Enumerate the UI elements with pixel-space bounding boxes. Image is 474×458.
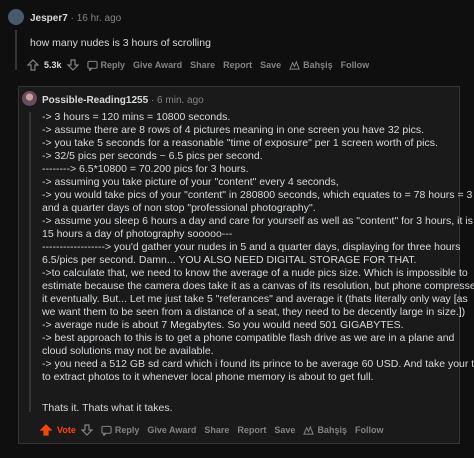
text-line: cloud solutions may not be available. (42, 345, 214, 357)
follow-label: Follow (354, 425, 384, 435)
save-label: Save (260, 60, 282, 70)
text-line: ->to calculate that, we need to know the… (42, 267, 468, 279)
report-button[interactable]: Report (223, 60, 252, 70)
text-line: 15 hours a day of photography sooooo--- (42, 228, 233, 240)
save-button[interactable]: Save (260, 60, 281, 70)
text-line: -> best approach to this is to get a pho… (42, 332, 455, 344)
save-button[interactable]: Save (274, 425, 295, 435)
text-line: -> assuming you take picture of your "co… (42, 176, 339, 188)
comment-actions: 5.3k Reply Give Award Share Report Save … (27, 58, 377, 72)
thread-line[interactable] (15, 30, 17, 70)
save-label: Save (274, 425, 296, 435)
reply-bubble-icon (101, 425, 112, 436)
text-line: 6.5/pics per second. Damn... YOU ALSO NE… (42, 254, 417, 266)
timestamp: 6 min. ago (157, 95, 204, 106)
reply-label: Reply (114, 425, 140, 435)
text-line: estimate because the camera does take it… (42, 280, 474, 292)
tip-button[interactable]: Bahşiş (303, 424, 347, 436)
text-line: -> you need a 512 GB sd card which i fou… (42, 358, 474, 370)
text-line: we want them to be seen from a distance … (42, 306, 466, 318)
text-line: -> assume there are 8 rows of 4 pictures… (42, 124, 424, 136)
downvote-arrow-icon[interactable] (80, 424, 93, 436)
text-line: ------------------> you'd gather your nu… (42, 241, 461, 253)
avatar[interactable] (8, 9, 24, 25)
report-label: Report (223, 60, 253, 70)
text-line: -> assume you sleep 6 hours a day and ca… (42, 215, 473, 227)
follow-label: Follow (340, 60, 370, 70)
text-line: to extract photos to it whenever local p… (42, 371, 374, 383)
give-award-label: Give Award (147, 425, 197, 435)
text-line: -> 3 hours = 120 mins = 10800 seconds. (42, 111, 231, 123)
comment-body: how many nudes is 3 hours of scrolling (30, 37, 211, 49)
tip-icon (289, 59, 300, 70)
reply-button[interactable]: Reply (86, 60, 126, 71)
comment-actions: Vote Reply Give Award Share Report Save … (40, 423, 391, 437)
follow-button[interactable]: Follow (341, 60, 370, 70)
reply-button[interactable]: Reply (101, 425, 140, 436)
give-award-label: Give Award (133, 60, 183, 70)
comment-username[interactable]: Jesper7 · 16 hr. ago (30, 13, 121, 24)
give-award-button[interactable]: Give Award (133, 60, 182, 70)
vote-label: Vote (57, 425, 76, 435)
downvote-arrow-icon[interactable] (66, 59, 79, 71)
text-line: -> you take 5 seconds for a reasonable "… (42, 137, 438, 149)
comment-body: -> 3 hours = 120 mins = 10800 seconds. -… (42, 111, 474, 384)
text-line: and a quarter days of non stop "professi… (42, 202, 316, 214)
follow-button[interactable]: Follow (355, 425, 384, 435)
tip-button[interactable]: Bahşiş (289, 59, 333, 71)
text-line: -> average nude is about 7 Megabytes. So… (42, 319, 404, 331)
username-text[interactable]: Possible-Reading1255 (42, 95, 148, 106)
thread-line[interactable] (29, 112, 31, 412)
tip-label: Bahşiş (303, 60, 333, 70)
give-award-button[interactable]: Give Award (147, 425, 196, 435)
report-label: Report (237, 425, 267, 435)
share-label: Share (204, 425, 230, 435)
text-line: --------> 6.5*10800 = 70.200 pics for 3 … (42, 163, 249, 175)
report-button[interactable]: Report (237, 425, 266, 435)
upvote-arrow-icon[interactable] (27, 59, 39, 71)
text-line: it eventually. But... Let me just take 5… (42, 293, 468, 305)
timestamp: 16 hr. ago (76, 13, 122, 24)
share-button[interactable]: Share (190, 60, 215, 70)
text-line: -> 32/5 pics per seconds ~ 6.5 pics per … (42, 150, 263, 162)
avatar[interactable] (22, 91, 37, 106)
text-line: -> you would take pics of your "content"… (42, 189, 473, 201)
reply-label: Reply (100, 60, 126, 70)
username-text[interactable]: Jesper7 (30, 13, 68, 24)
comment-closing: Thats it. Thats what it takes. (42, 402, 173, 414)
tip-icon (303, 424, 315, 435)
upvote-arrow-icon[interactable] (40, 424, 52, 436)
reply-bubble-icon (86, 60, 98, 71)
tip-label: Bahşiş (317, 425, 347, 435)
share-button[interactable]: Share (204, 425, 229, 435)
vote-count: 5.3k (44, 60, 62, 70)
share-label: Share (190, 60, 216, 70)
comment-username[interactable]: Possible-Reading1255 · 6 min. ago (42, 95, 204, 106)
